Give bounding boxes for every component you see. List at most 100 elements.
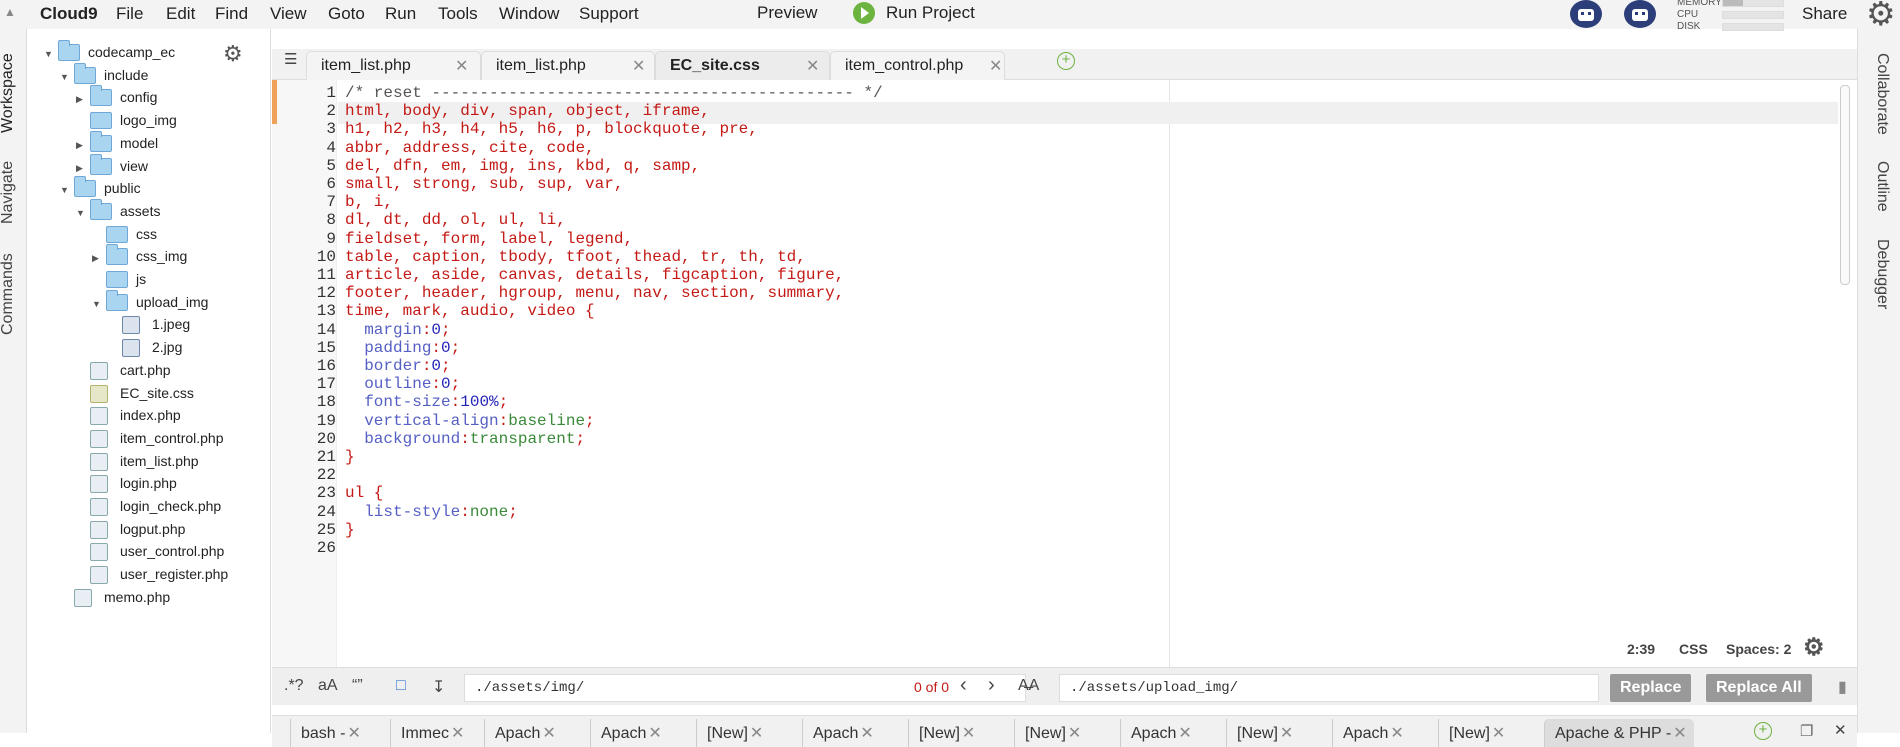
- tab-item-list-1[interactable]: item_list.php ✕: [306, 51, 481, 80]
- menu-view[interactable]: View: [270, 4, 307, 24]
- collapse-icon[interactable]: ▲: [4, 5, 16, 19]
- menu-tools[interactable]: Tools: [438, 4, 478, 24]
- close-icon[interactable]: ✕: [451, 725, 464, 742]
- tree-item-label: item_control.php: [120, 429, 224, 446]
- terminal-tab[interactable]: [New] ✕: [696, 719, 802, 747]
- close-icon[interactable]: ▮: [1838, 677, 1847, 697]
- maximize-icon[interactable]: ❐: [1800, 722, 1813, 740]
- wrap-icon[interactable]: ↧: [432, 677, 445, 697]
- panel-tab-workspace[interactable]: Workspace: [0, 53, 17, 133]
- close-icon[interactable]: ✕: [542, 725, 555, 742]
- close-icon[interactable]: ✕: [989, 56, 1002, 76]
- collapse-arrow-icon[interactable]: ▶: [76, 94, 83, 105]
- expand-arrow-icon[interactable]: ▼: [76, 208, 85, 218]
- gear-icon[interactable]: ⚙: [223, 43, 243, 65]
- close-icon[interactable]: ✕: [1068, 725, 1081, 742]
- gear-icon[interactable]: ⚙: [1803, 636, 1825, 660]
- folder-icon: [90, 153, 112, 175]
- close-icon[interactable]: ✕: [1390, 725, 1403, 742]
- replace-all-button[interactable]: Replace All: [1706, 674, 1812, 702]
- close-icon[interactable]: ✕: [347, 725, 360, 742]
- regex-toggle[interactable]: .*?: [284, 677, 304, 695]
- next-match-icon[interactable]: ›: [988, 674, 995, 697]
- panel-tab-navigate[interactable]: Navigate: [0, 161, 17, 224]
- menu-goto[interactable]: Goto: [328, 4, 365, 24]
- code-line[interactable]: }: [345, 446, 355, 468]
- terminal-tab[interactable]: Apache & PHP - ✕: [1544, 719, 1694, 747]
- terminal-tab[interactable]: Apach ✕: [1332, 719, 1438, 747]
- terminal-tab[interactable]: Immec ✕: [390, 719, 484, 747]
- expand-arrow-icon[interactable]: ▼: [92, 299, 101, 309]
- whole-word-toggle[interactable]: “”: [352, 677, 363, 695]
- cursor-position[interactable]: 2:39: [1627, 641, 1655, 657]
- close-icon[interactable]: ✕: [1178, 725, 1191, 742]
- tab-item-list-2[interactable]: item_list.php ✕: [481, 51, 655, 80]
- collapse-arrow-icon[interactable]: ▶: [76, 140, 83, 151]
- panel-tab-debugger[interactable]: Debugger: [1873, 239, 1891, 309]
- close-icon[interactable]: ✕: [1492, 725, 1505, 742]
- replace-input[interactable]: ./assets/upload_img/: [1059, 674, 1599, 702]
- replace-button[interactable]: Replace: [1610, 674, 1692, 702]
- preview-button[interactable]: Preview: [757, 3, 817, 23]
- editor-scrollbar[interactable]: [1840, 85, 1850, 285]
- terminal-tab[interactable]: [New] ✕: [1438, 719, 1544, 747]
- terminal-tab[interactable]: Apach ✕: [802, 719, 908, 747]
- php-file-icon: [74, 588, 92, 607]
- tab-item-control[interactable]: item_control.php ✕: [830, 51, 1005, 80]
- tab-list-icon[interactable]: ☰: [284, 50, 297, 68]
- code-line[interactable]: }: [345, 519, 355, 541]
- new-terminal-icon[interactable]: +: [1754, 722, 1772, 740]
- close-icon[interactable]: ✕: [962, 725, 975, 742]
- close-icon[interactable]: ✕: [750, 725, 763, 742]
- terminal-tab[interactable]: bash - ✕: [290, 719, 390, 747]
- close-icon[interactable]: ✕: [806, 56, 819, 76]
- prev-match-icon[interactable]: ‹: [960, 674, 967, 697]
- run-icon[interactable]: [853, 2, 875, 24]
- terminal-tab[interactable]: Apach ✕: [590, 719, 696, 747]
- close-icon[interactable]: ✕: [860, 725, 873, 742]
- folder-icon: [90, 130, 112, 152]
- avatar[interactable]: [1624, 0, 1656, 28]
- close-icon[interactable]: ✕: [1834, 721, 1847, 739]
- terminal-tab[interactable]: [New] ✕: [1014, 719, 1120, 747]
- preserve-case-toggle[interactable]: A̶A: [1018, 677, 1039, 695]
- avatar[interactable]: [1570, 0, 1602, 28]
- close-icon[interactable]: ✕: [455, 56, 468, 76]
- tab-ec-site-css[interactable]: EC_site.css ✕: [655, 51, 830, 80]
- expand-arrow-icon[interactable]: ▼: [60, 72, 69, 82]
- collapse-arrow-icon[interactable]: ▶: [76, 163, 83, 174]
- terminal-tab[interactable]: [New] ✕: [1226, 719, 1332, 747]
- run-project-button[interactable]: Run Project: [886, 3, 975, 23]
- expand-arrow-icon[interactable]: ▼: [60, 185, 69, 195]
- code-line[interactable]: background:transparent;: [345, 428, 585, 450]
- syntax-mode[interactable]: CSS: [1679, 641, 1708, 657]
- code-line[interactable]: list-style:none;: [345, 501, 518, 523]
- terminal-tab[interactable]: [New] ✕: [908, 719, 1014, 747]
- panel-tab-outline[interactable]: Outline: [1873, 161, 1891, 212]
- close-icon[interactable]: ✕: [632, 56, 645, 76]
- collapse-arrow-icon[interactable]: ▶: [92, 253, 99, 264]
- terminal-tab[interactable]: Apach ✕: [484, 719, 590, 747]
- new-tab-icon[interactable]: +: [1057, 52, 1075, 70]
- menu-file[interactable]: File: [116, 4, 143, 24]
- gear-icon[interactable]: ⚙: [1866, 0, 1896, 30]
- close-icon[interactable]: ✕: [1673, 725, 1686, 742]
- close-icon[interactable]: ✕: [1280, 725, 1293, 742]
- code-editor[interactable]: 1 2 3 4 5 6 7 8 9 10 11 12 13 14 15 16 17 18 19 20 21 22 23 24 2…: [272, 80, 1842, 667]
- menu-edit[interactable]: Edit: [166, 4, 195, 24]
- indent-setting[interactable]: Spaces: 2: [1726, 641, 1791, 657]
- brand-cloud9[interactable]: Cloud9: [40, 4, 98, 24]
- in-selection-icon[interactable]: □: [396, 677, 406, 695]
- share-button[interactable]: Share: [1802, 4, 1847, 24]
- terminal-tab[interactable]: Apach ✕: [1120, 719, 1226, 747]
- close-icon[interactable]: ✕: [648, 725, 661, 742]
- panel-tab-commands[interactable]: Commands: [0, 253, 17, 335]
- menu-run[interactable]: Run: [385, 4, 416, 24]
- menu-find[interactable]: Find: [215, 4, 248, 24]
- expand-arrow-icon[interactable]: ▼: [44, 49, 53, 59]
- menu-support[interactable]: Support: [579, 4, 639, 24]
- panel-tab-collaborate[interactable]: Collaborate: [1873, 53, 1891, 135]
- tree-item-label: js: [136, 271, 147, 287]
- menu-window[interactable]: Window: [499, 4, 559, 24]
- case-toggle[interactable]: aA: [318, 677, 338, 695]
